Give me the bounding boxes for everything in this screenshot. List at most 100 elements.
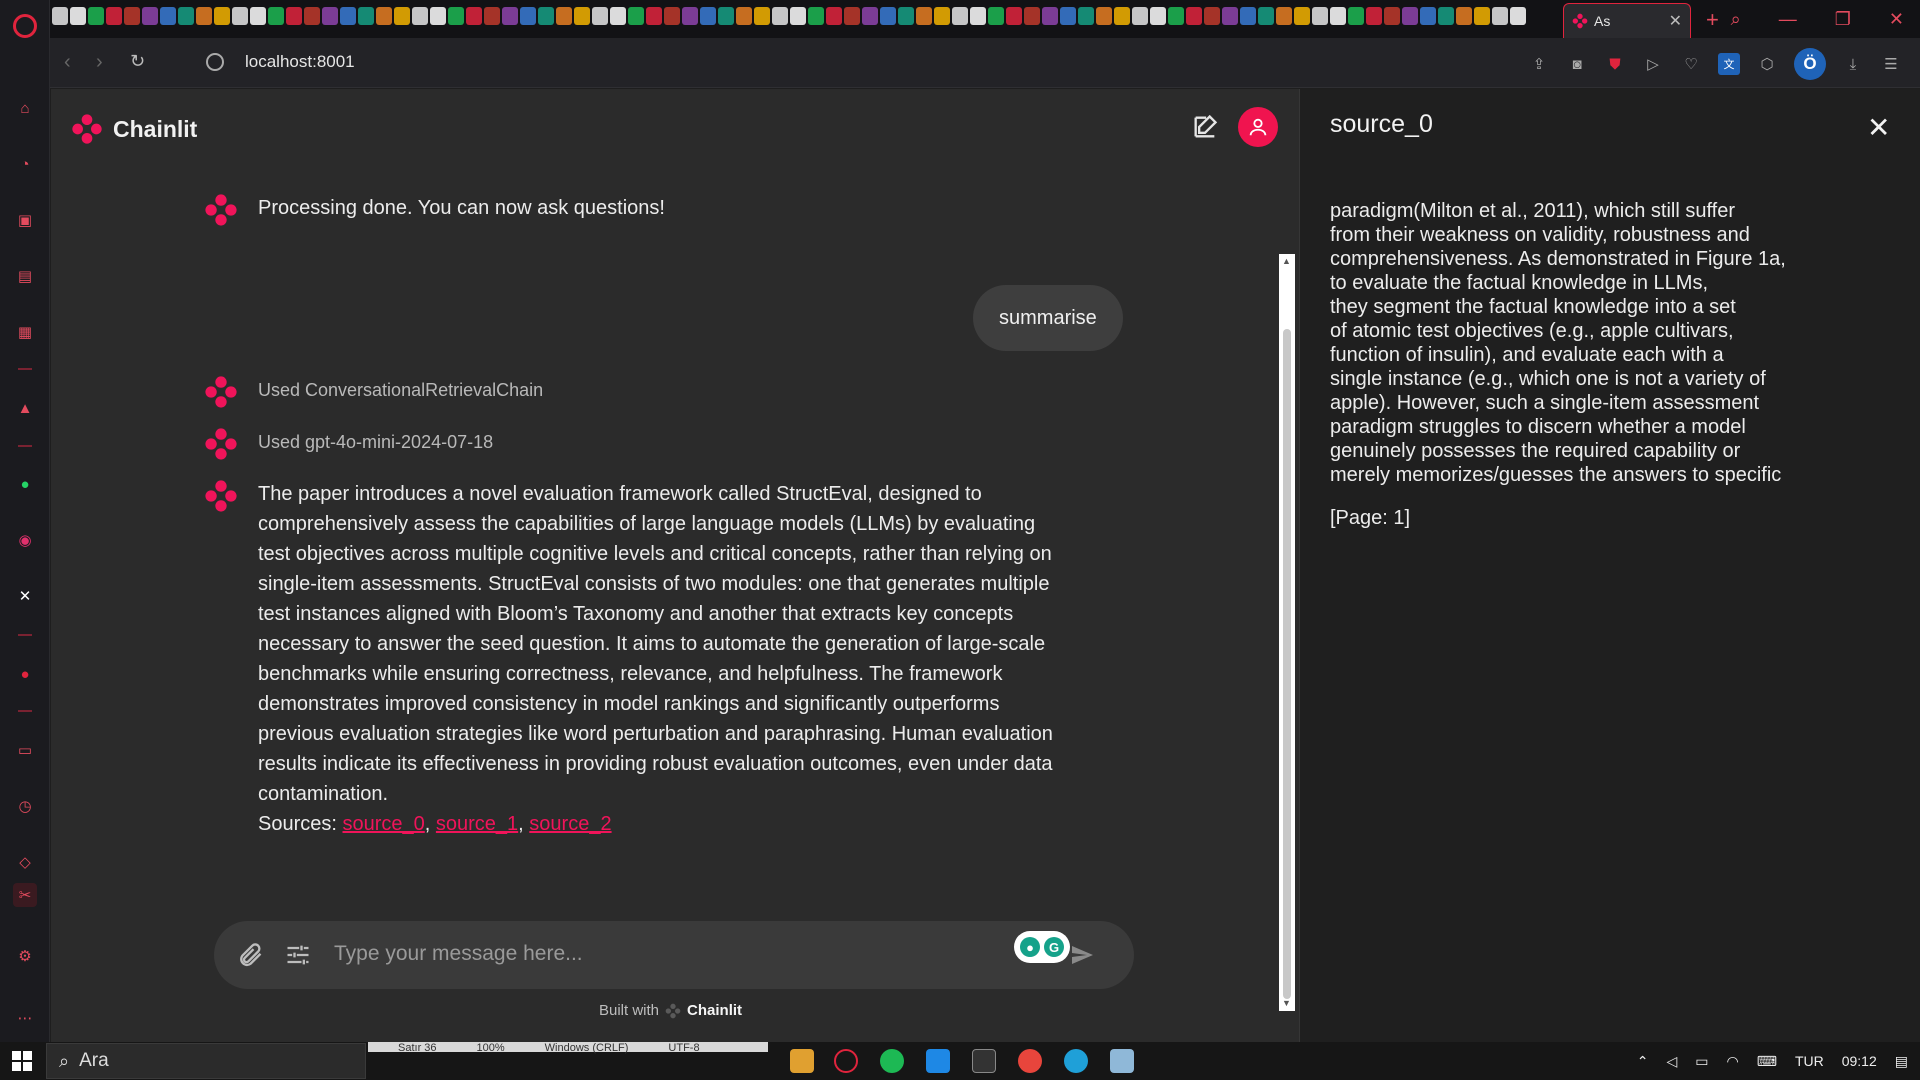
tab-favicon-icon[interactable] <box>340 7 356 25</box>
opera-taskbar-icon[interactable] <box>834 1049 858 1073</box>
tab-favicon-icon[interactable] <box>718 7 734 25</box>
tab-favicon-icon[interactable] <box>1312 7 1328 25</box>
active-tab[interactable]: As ✕ <box>1563 3 1691 38</box>
volume-icon[interactable]: ◁ <box>1666 1053 1677 1070</box>
tab-favicon-icon[interactable] <box>574 7 590 25</box>
tab-favicon-icon[interactable] <box>664 7 680 25</box>
tab-favicon-icon[interactable] <box>484 7 500 25</box>
tab-favicon-icon[interactable] <box>268 7 284 25</box>
tab-favicon-icon[interactable] <box>610 7 626 25</box>
tab-favicon-icon[interactable] <box>1294 7 1310 25</box>
tab-favicon-icon[interactable] <box>1096 7 1112 25</box>
whatsapp-icon[interactable]: ● <box>13 472 37 496</box>
tab-favicon-icon[interactable] <box>1330 7 1346 25</box>
tab-favicon-icon[interactable] <box>1474 7 1490 25</box>
tab-favicon-icon[interactable] <box>1420 7 1436 25</box>
tab-favicon-icon[interactable] <box>394 7 410 25</box>
tab-favicon-icon[interactable] <box>466 7 482 25</box>
tab-favicon-icon[interactable] <box>1510 7 1526 25</box>
scroll-thumb[interactable] <box>1283 329 1291 999</box>
tray-chevron-icon[interactable]: ⌃ <box>1637 1053 1649 1070</box>
translate-icon[interactable]: 文 <box>1718 53 1740 75</box>
chat-scrollbar[interactable]: ▲ ▼ <box>1279 254 1295 1011</box>
file-explorer-icon[interactable] <box>790 1049 814 1073</box>
gamepad-icon[interactable]: ⌂ <box>13 96 37 120</box>
share-icon[interactable]: ⇪ <box>1528 53 1550 75</box>
tab-favicon-icon[interactable] <box>1456 7 1472 25</box>
speedometer-icon[interactable]: ◔ <box>13 152 37 176</box>
tab-favicon-icon[interactable] <box>358 7 374 25</box>
tab-favicon-icon[interactable] <box>772 7 788 25</box>
spotify-taskbar-icon[interactable] <box>880 1049 904 1073</box>
tab-favicon-icon[interactable] <box>844 7 860 25</box>
tab-favicon-icon[interactable] <box>934 7 950 25</box>
new-chat-icon[interactable] <box>1191 113 1219 141</box>
tab-favicon-icon[interactable] <box>250 7 266 25</box>
tab-favicon-icon[interactable] <box>682 7 698 25</box>
pinboard-icon[interactable]: ✂ <box>13 883 37 907</box>
extensions-icon[interactable]: ⬡ <box>1756 53 1778 75</box>
step-item[interactable]: Used ConversationalRetrievalChain <box>204 375 543 409</box>
tab-favicon-icon[interactable] <box>1492 7 1508 25</box>
tab-favicon-icon[interactable] <box>1258 7 1274 25</box>
tab-favicon-icon[interactable] <box>286 7 302 25</box>
shield-icon[interactable]: ⛊ <box>1604 53 1626 75</box>
tab-favicon-icon[interactable] <box>1186 7 1202 25</box>
tab-favicon-icon[interactable] <box>142 7 158 25</box>
wifi-icon[interactable]: ◠ <box>1727 1053 1739 1070</box>
tab-favicon-icon[interactable] <box>826 7 842 25</box>
tab-favicon-icon[interactable] <box>1132 7 1148 25</box>
download-icon[interactable]: ⤓ <box>1842 53 1864 75</box>
tab-favicon-icon[interactable] <box>988 7 1004 25</box>
tab-favicon-icon[interactable] <box>232 7 248 25</box>
vscode-icon[interactable] <box>926 1049 950 1073</box>
source-link-0[interactable]: source_0 <box>342 813 424 835</box>
message-input[interactable] <box>334 942 894 966</box>
play-icon[interactable]: ▷ <box>1642 53 1664 75</box>
tab-favicon-icon[interactable] <box>178 7 194 25</box>
scroll-up-icon[interactable]: ▲ <box>1282 256 1291 266</box>
forward-icon[interactable]: › <box>96 51 103 74</box>
tab-favicon-icon[interactable] <box>106 7 122 25</box>
edge-icon[interactable] <box>1064 1049 1088 1073</box>
heart-icon[interactable]: ♡ <box>1680 53 1702 75</box>
tab-favicon-icon[interactable] <box>592 7 608 25</box>
camera-icon[interactable]: ◙ <box>1566 53 1588 75</box>
clock[interactable]: 09:12 <box>1842 1053 1877 1069</box>
tab-favicon-icon[interactable] <box>70 7 86 25</box>
grammarly-widget[interactable]: ● G <box>1014 931 1070 963</box>
opera-logo-icon[interactable] <box>13 14 37 38</box>
settings-sliders-icon[interactable] <box>284 941 312 969</box>
tabs-icon[interactable]: ▭ <box>13 738 37 762</box>
tab-favicon-icon[interactable] <box>1204 7 1220 25</box>
scroll-down-icon[interactable]: ▼ <box>1282 998 1291 1008</box>
tab-favicon-icon[interactable] <box>52 7 68 25</box>
x-twitter-icon[interactable]: ✕ <box>13 584 37 608</box>
tab-favicon-icon[interactable] <box>1024 7 1040 25</box>
spotify-icon[interactable]: ● <box>13 662 37 686</box>
source-link-1[interactable]: source_1 <box>436 813 518 835</box>
tab-favicon-icon[interactable] <box>322 7 338 25</box>
easy-setup-icon[interactable]: ☰ <box>1880 53 1902 75</box>
settings-icon[interactable]: ⚙ <box>13 944 37 968</box>
tab-favicon-icon[interactable] <box>412 7 428 25</box>
tab-favicon-icon[interactable] <box>1348 7 1364 25</box>
tab-favicon-icon[interactable] <box>1060 7 1076 25</box>
tab-favicon-icon[interactable] <box>1438 7 1454 25</box>
tab-favicon-icon[interactable] <box>214 7 230 25</box>
tab-favicon-icon[interactable] <box>520 7 536 25</box>
tab-favicon-icon[interactable] <box>952 7 968 25</box>
tab-favicon-icon[interactable] <box>124 7 140 25</box>
tab-favicon-icon[interactable] <box>1240 7 1256 25</box>
profile-avatar[interactable]: Ö <box>1794 48 1826 80</box>
tab-favicon-icon[interactable] <box>88 7 104 25</box>
close-window-icon[interactable]: ✕ <box>1889 9 1904 30</box>
restore-icon[interactable]: ❐ <box>1835 9 1851 30</box>
tab-favicon-icon[interactable] <box>790 7 806 25</box>
tab-favicon-icon[interactable] <box>880 7 896 25</box>
back-icon[interactable]: ‹ <box>64 51 71 74</box>
tab-favicon-icon[interactable] <box>1150 7 1166 25</box>
tab-search-icon[interactable]: ⌕ <box>1731 9 1741 30</box>
tab-favicon-icon[interactable] <box>1276 7 1292 25</box>
tab-favicon-icon[interactable] <box>736 7 752 25</box>
